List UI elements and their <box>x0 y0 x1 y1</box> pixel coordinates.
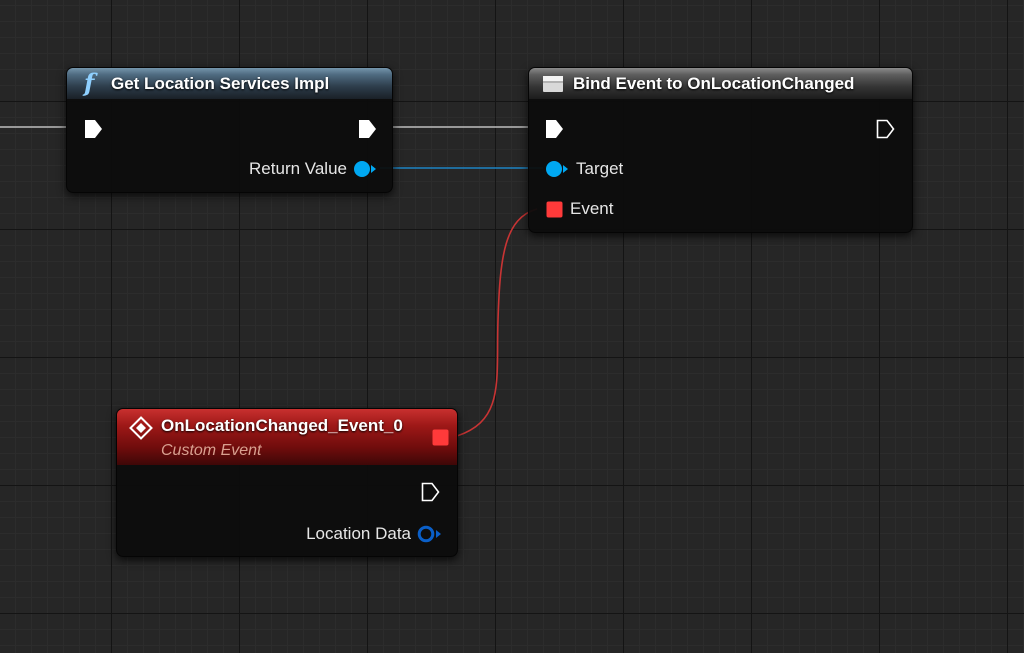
target-label: Target <box>576 159 624 178</box>
node-subtitle: Custom Event <box>161 442 262 459</box>
delegate-output-pin[interactable] <box>432 429 449 446</box>
return-value-pin[interactable] <box>353 160 377 178</box>
function-icon: f <box>84 68 95 97</box>
node-header[interactable]: f Get Location Services Impl <box>67 68 392 99</box>
node-header[interactable]: Bind Event to OnLocationChanged <box>529 68 912 99</box>
return-value-label: Return Value <box>249 159 347 178</box>
event-label: Event <box>570 199 614 218</box>
exec-out-pin[interactable] <box>876 119 896 139</box>
node-title: OnLocationChanged_Event_0 <box>161 416 403 435</box>
bind-event-icon <box>543 76 563 92</box>
node-title: Get Location Services Impl <box>111 74 330 93</box>
node-bind-event[interactable]: Bind Event to OnLocationChanged Target E… <box>528 67 913 233</box>
event-diamond-icon <box>129 416 153 440</box>
node-custom-event[interactable]: OnLocationChanged_Event_0 Custom Event L… <box>116 408 458 557</box>
target-pin[interactable] <box>545 160 569 178</box>
location-data-pin[interactable] <box>417 525 442 543</box>
exec-out-pin[interactable] <box>421 482 441 502</box>
delegate-wire-event[interactable] <box>456 208 538 437</box>
exec-in-pin[interactable] <box>84 119 104 139</box>
exec-in-pin[interactable] <box>545 119 565 139</box>
location-data-label: Location Data <box>306 524 411 543</box>
node-header[interactable]: OnLocationChanged_Event_0 Custom Event <box>117 409 457 465</box>
event-delegate-pin[interactable] <box>546 201 563 218</box>
exec-out-pin[interactable] <box>358 119 378 139</box>
node-title: Bind Event to OnLocationChanged <box>573 74 855 93</box>
node-get-location-services-impl[interactable]: f Get Location Services Impl Return Valu… <box>66 67 393 193</box>
